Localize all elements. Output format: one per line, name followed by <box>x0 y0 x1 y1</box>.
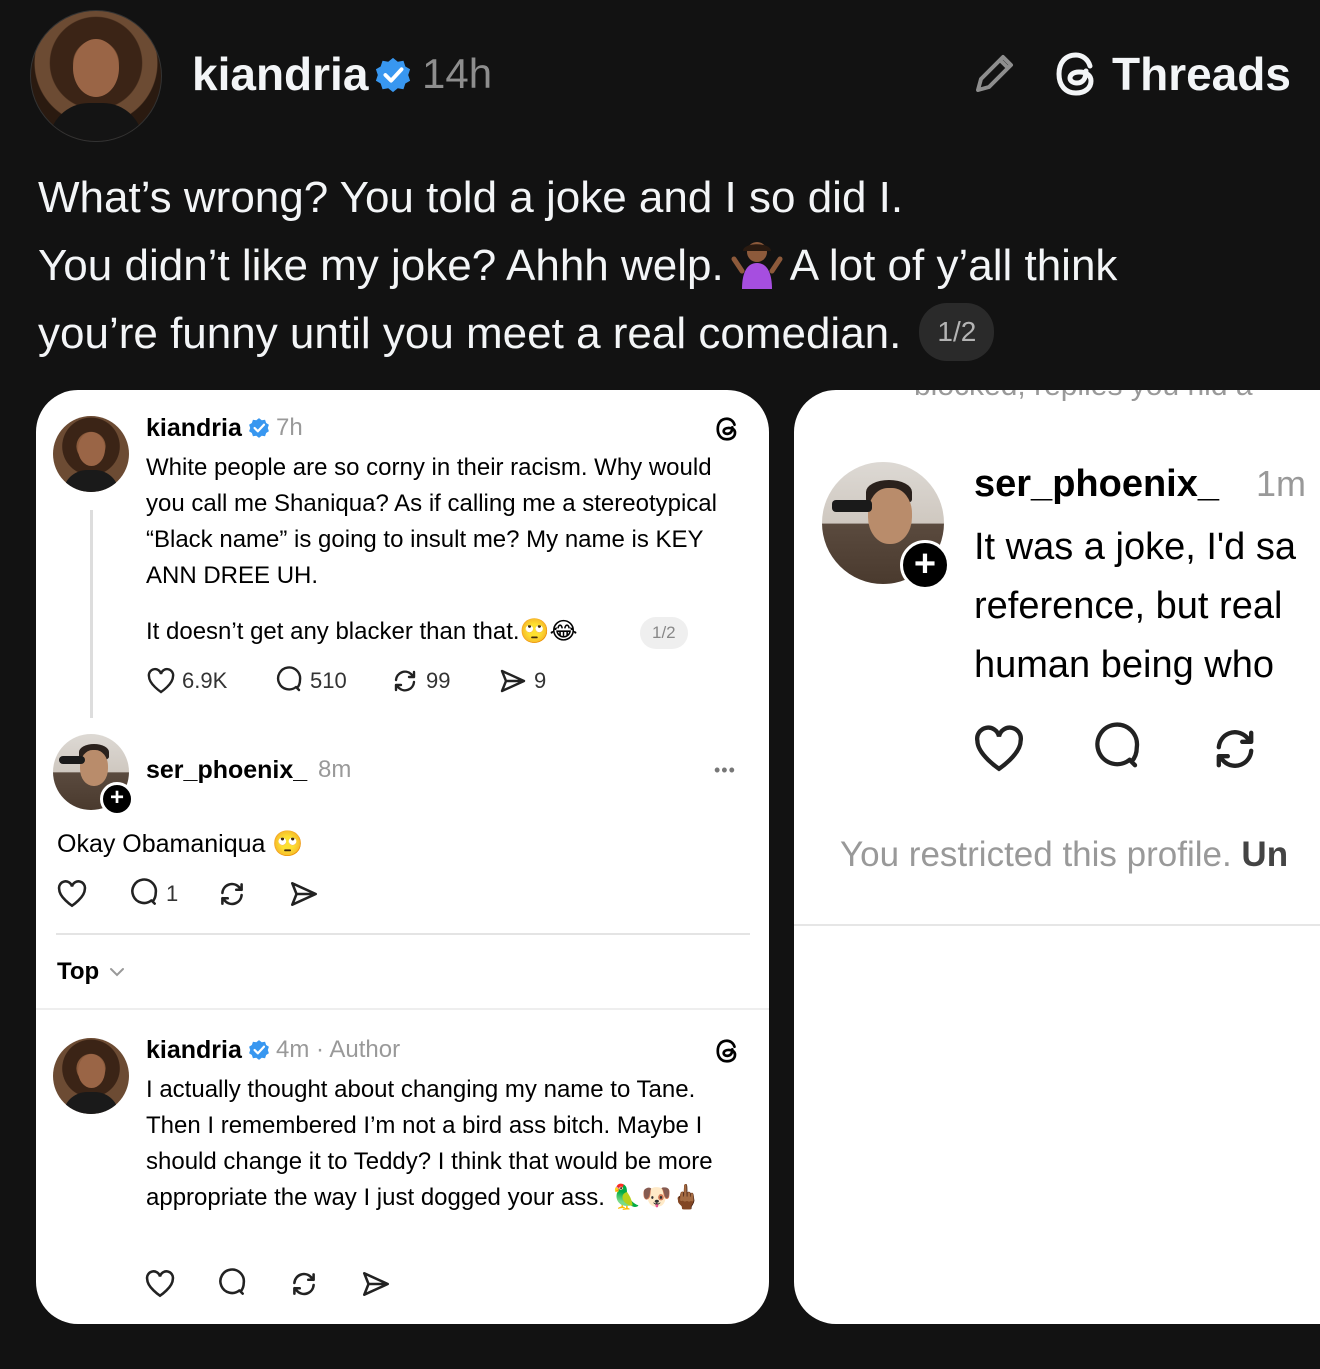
reply-comment-count: 1 <box>166 881 179 906</box>
follow-plus-icon[interactable]: + <box>100 782 134 816</box>
repost-stat[interactable]: 99 <box>390 666 450 696</box>
post-text-line: What’s wrong? You told a joke and I so d… <box>38 173 904 222</box>
post-time: 14h <box>422 50 493 97</box>
reply-time: 1m <box>1256 463 1307 504</box>
repost-icon <box>221 882 243 906</box>
reply-username[interactable]: ser_phoenix_ <box>146 754 307 786</box>
reply-text-line: human being who <box>974 644 1274 686</box>
post-text: What’s wrong? You told a joke and I so d… <box>38 164 1318 368</box>
divider <box>36 1008 769 1010</box>
reply-text: Okay Obamaniqua 🙄 <box>57 826 304 862</box>
sort-dropdown[interactable]: Top <box>57 956 127 988</box>
reply-repost-button[interactable] <box>216 878 254 910</box>
reply-stat[interactable]: 510 <box>274 666 347 696</box>
heart-icon <box>145 1270 175 1298</box>
share-count: 9 <box>534 668 547 693</box>
post-text-segment: you’re funny until you meet a real comed… <box>38 309 902 358</box>
eyeroll-emoji-icon: 🙄 <box>272 830 304 858</box>
repost-icon <box>1216 730 1254 768</box>
author-avatar[interactable] <box>30 10 162 142</box>
original-username[interactable]: kiandria <box>146 412 242 444</box>
post-text-line: you’re funny until you meet a real comed… <box>38 300 1318 368</box>
reply-username[interactable]: ser_phoenix_ <box>974 460 1219 508</box>
reply-text-line: It was a joke, I'd sa <box>974 526 1296 568</box>
comment-icon <box>131 878 158 905</box>
restricted-notice: You restricted this profile. Un <box>840 832 1288 878</box>
author-reply-like-button[interactable] <box>144 1268 182 1300</box>
share-icon <box>362 1272 390 1296</box>
original-text-2: It doesn’t get any blacker than that.🙄😂 <box>146 614 578 650</box>
verified-badge-icon <box>248 417 270 439</box>
kiandria-avatar[interactable] <box>53 1038 129 1114</box>
heart-icon <box>147 667 175 694</box>
shrug-emoji-icon <box>730 237 784 291</box>
reply-time: 8m <box>318 756 352 783</box>
restricted-text: You restricted this profile. <box>840 835 1232 874</box>
repost-icon <box>293 1272 315 1296</box>
thread-connector-line <box>90 510 93 718</box>
verified-badge-icon <box>374 56 412 94</box>
author-reply-share-button[interactable] <box>360 1268 398 1300</box>
share-icon <box>500 669 526 693</box>
like-count: 6.9K <box>182 668 228 693</box>
comment-icon <box>276 666 302 692</box>
comment-button[interactable] <box>1090 722 1144 776</box>
screenshot-card-left[interactable]: kiandria 7h White people are so corny in… <box>36 390 769 1324</box>
chevron-down-icon <box>110 968 125 977</box>
author-reply-username[interactable]: kiandria <box>146 1034 242 1066</box>
author-reply-comment-button[interactable] <box>216 1268 254 1300</box>
comment-icon <box>219 1268 246 1295</box>
share-icon <box>290 882 318 906</box>
edit-icon[interactable] <box>968 48 1020 100</box>
threads-logo-icon <box>714 1037 742 1065</box>
divider <box>56 933 750 935</box>
author-username[interactable]: kiandria <box>192 44 368 104</box>
unrestrict-link[interactable]: Un <box>1241 835 1288 874</box>
threads-logo-icon <box>714 415 742 443</box>
image-pager: 1/2 <box>919 303 995 362</box>
kiandria-avatar[interactable] <box>53 416 129 492</box>
author-reply-repost-button[interactable] <box>288 1268 326 1300</box>
more-icon[interactable]: ••• <box>714 754 736 786</box>
reply-count: 510 <box>310 668 347 693</box>
author-reply-time: 4m · Author <box>276 1036 401 1063</box>
threads-brand-label: Threads <box>1112 48 1291 100</box>
original-pager: 1/2 <box>640 617 688 649</box>
post-text-line: You didn’t like my joke? Ahhh welp. A lot… <box>38 232 1318 300</box>
heart-icon <box>57 880 87 908</box>
follow-plus-icon[interactable]: + <box>900 540 950 590</box>
clipped-top-text: blocked, replies you hid a <box>914 390 1253 402</box>
post-text-segment: You didn’t like my joke? Ahhh welp. <box>38 241 724 290</box>
eyeroll-laugh-emoji-icon: 🙄😂 <box>519 618 578 645</box>
reply-text-line: reference, but real <box>974 585 1283 627</box>
heart-icon <box>975 725 1023 772</box>
share-stat[interactable]: 9 <box>498 666 546 696</box>
original-text: White people are so corny in their racis… <box>146 454 717 589</box>
original-time: 7h <box>276 414 303 441</box>
repost-icon <box>394 670 416 692</box>
threads-logo-icon <box>1052 48 1104 100</box>
repost-count: 99 <box>426 668 451 693</box>
repost-button[interactable] <box>1208 722 1262 776</box>
verified-badge-icon <box>248 1039 270 1061</box>
reply-text: It was a joke, I'd sa reference, but rea… <box>974 518 1296 695</box>
comment-icon <box>1095 722 1140 768</box>
post-text-segment: A lot of y’all think <box>789 241 1118 290</box>
original-text-2-words: It doesn’t get any blacker than that. <box>146 618 520 645</box>
sort-label: Top <box>57 958 100 985</box>
reply-comment-button[interactable]: 1 <box>128 878 178 910</box>
parrot-dog-finger-emoji-icon: 🦜🐶🖕🏾 <box>611 1184 702 1211</box>
divider <box>794 924 1320 926</box>
reply-text-words: Okay Obamaniqua <box>57 830 266 858</box>
screenshot-card-right[interactable]: blocked, replies you hid a + ser_phoenix… <box>794 390 1320 1324</box>
like-button[interactable] <box>972 722 1026 776</box>
reply-share-button[interactable] <box>288 878 326 910</box>
like-stat[interactable]: 6.9K <box>146 666 227 696</box>
reply-like-button[interactable] <box>56 878 94 910</box>
author-reply-text: I actually thought about changing my nam… <box>146 1072 746 1216</box>
